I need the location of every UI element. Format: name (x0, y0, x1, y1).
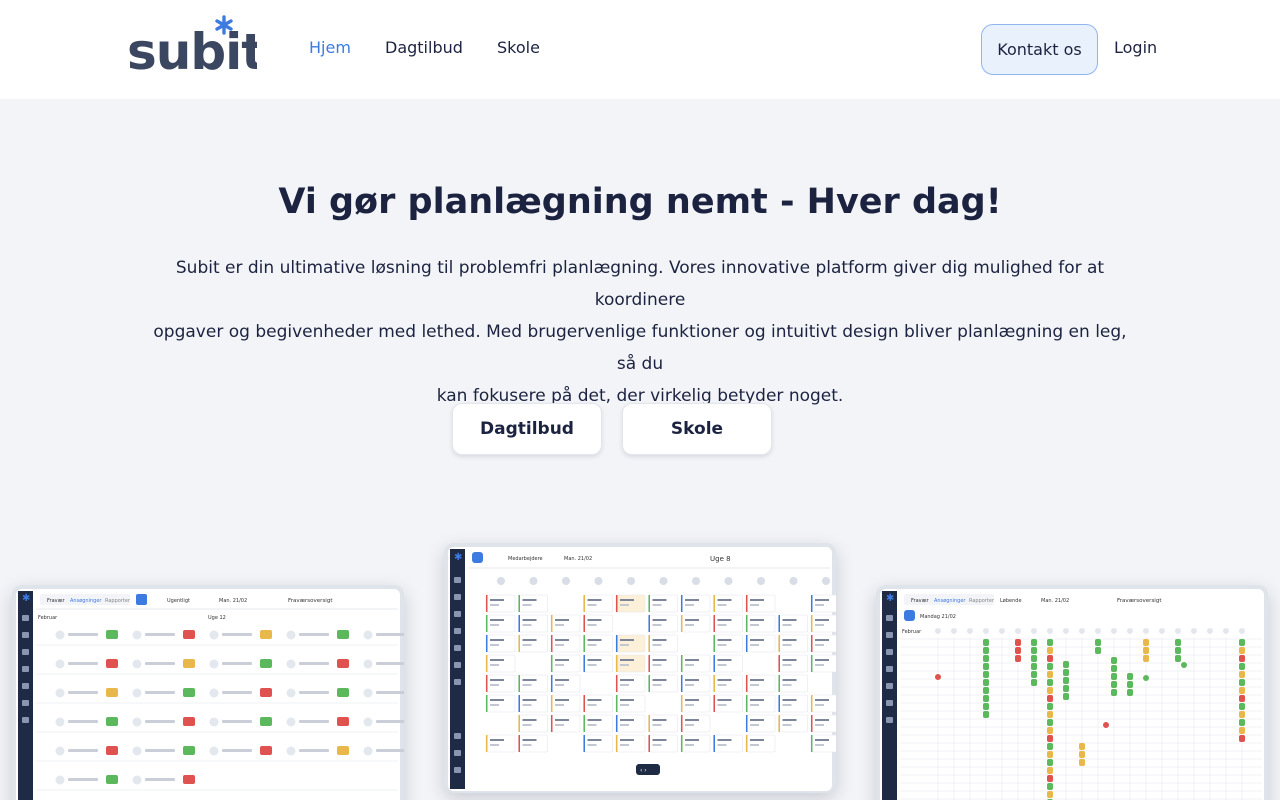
contact-button[interactable]: Kontakt os (981, 24, 1098, 75)
svg-text:Ugentligt: Ugentligt (167, 598, 190, 604)
svg-text:✱: ✱ (454, 552, 462, 563)
svg-text:Februar: Februar (902, 629, 922, 635)
nav-school[interactable]: Skole (497, 38, 540, 57)
svg-text:Ansøgninger: Ansøgninger (70, 598, 102, 604)
school-button[interactable]: Skole (622, 403, 772, 455)
svg-text:Man. 21/02: Man. 21/02 (564, 556, 592, 562)
svg-text:Uge 8: Uge 8 (710, 555, 731, 563)
svg-text:✱: ✱ (22, 593, 30, 604)
svg-text:subit: subit (127, 23, 257, 74)
svg-text:Medarbejdere: Medarbejdere (508, 556, 543, 562)
svg-text:Uge 12: Uge 12 (208, 615, 226, 621)
svg-text:Man. 21/02: Man. 21/02 (219, 598, 247, 604)
svg-text:Rapporter: Rapporter (969, 598, 995, 604)
svg-text:Fravær: Fravær (911, 598, 930, 604)
subit-logo[interactable]: subit (127, 14, 257, 74)
week-schedule-screenshot: ✱ Medarbejdere Man. 21/02 Uge 8 ‹ › (444, 543, 836, 793)
svg-text:Løbende: Løbende (1000, 598, 1022, 604)
svg-text:Man. 21/02: Man. 21/02 (1041, 598, 1069, 604)
svg-text:Ansøgninger: Ansøgninger (934, 598, 966, 604)
svg-text:Fraværsoversigt: Fraværsoversigt (1117, 598, 1162, 604)
svg-text:✱: ✱ (886, 593, 894, 604)
nav-daycare[interactable]: Dagtilbud (385, 38, 463, 57)
svg-text:‹ ›: ‹ › (640, 767, 647, 774)
svg-text:Rapporter: Rapporter (105, 598, 131, 604)
hero-description: Subit er din ultimative løsning til prob… (150, 252, 1130, 412)
svg-text:Fravær: Fravær (47, 598, 66, 604)
hero-title: Vi gør planlægning nemt - Hver dag! (278, 182, 1002, 222)
login-link[interactable]: Login (1114, 38, 1157, 57)
hero-description-line: opgaver og begivenheder med lethed. Med … (153, 322, 1127, 374)
daycare-button[interactable]: Dagtilbud (452, 403, 602, 455)
site-header: subit Hjem Dagtilbud Skole Kontakt os Lo… (0, 0, 1280, 99)
heatmap-screenshot: ✱ Fravær Ansøgninger Rapporter Løbende M… (876, 585, 1268, 800)
svg-text:Mandag 21/02: Mandag 21/02 (920, 614, 956, 620)
hero-description-line: Subit er din ultimative løsning til prob… (175, 258, 1105, 310)
absence-overview-screenshot: ✱ Fravær Ansøgninger Rapporter Ugentligt… (12, 585, 404, 800)
svg-text:Februar: Februar (38, 615, 58, 621)
nav-home[interactable]: Hjem (309, 38, 351, 57)
svg-text:Fraværsoversigt: Fraværsoversigt (288, 598, 333, 604)
